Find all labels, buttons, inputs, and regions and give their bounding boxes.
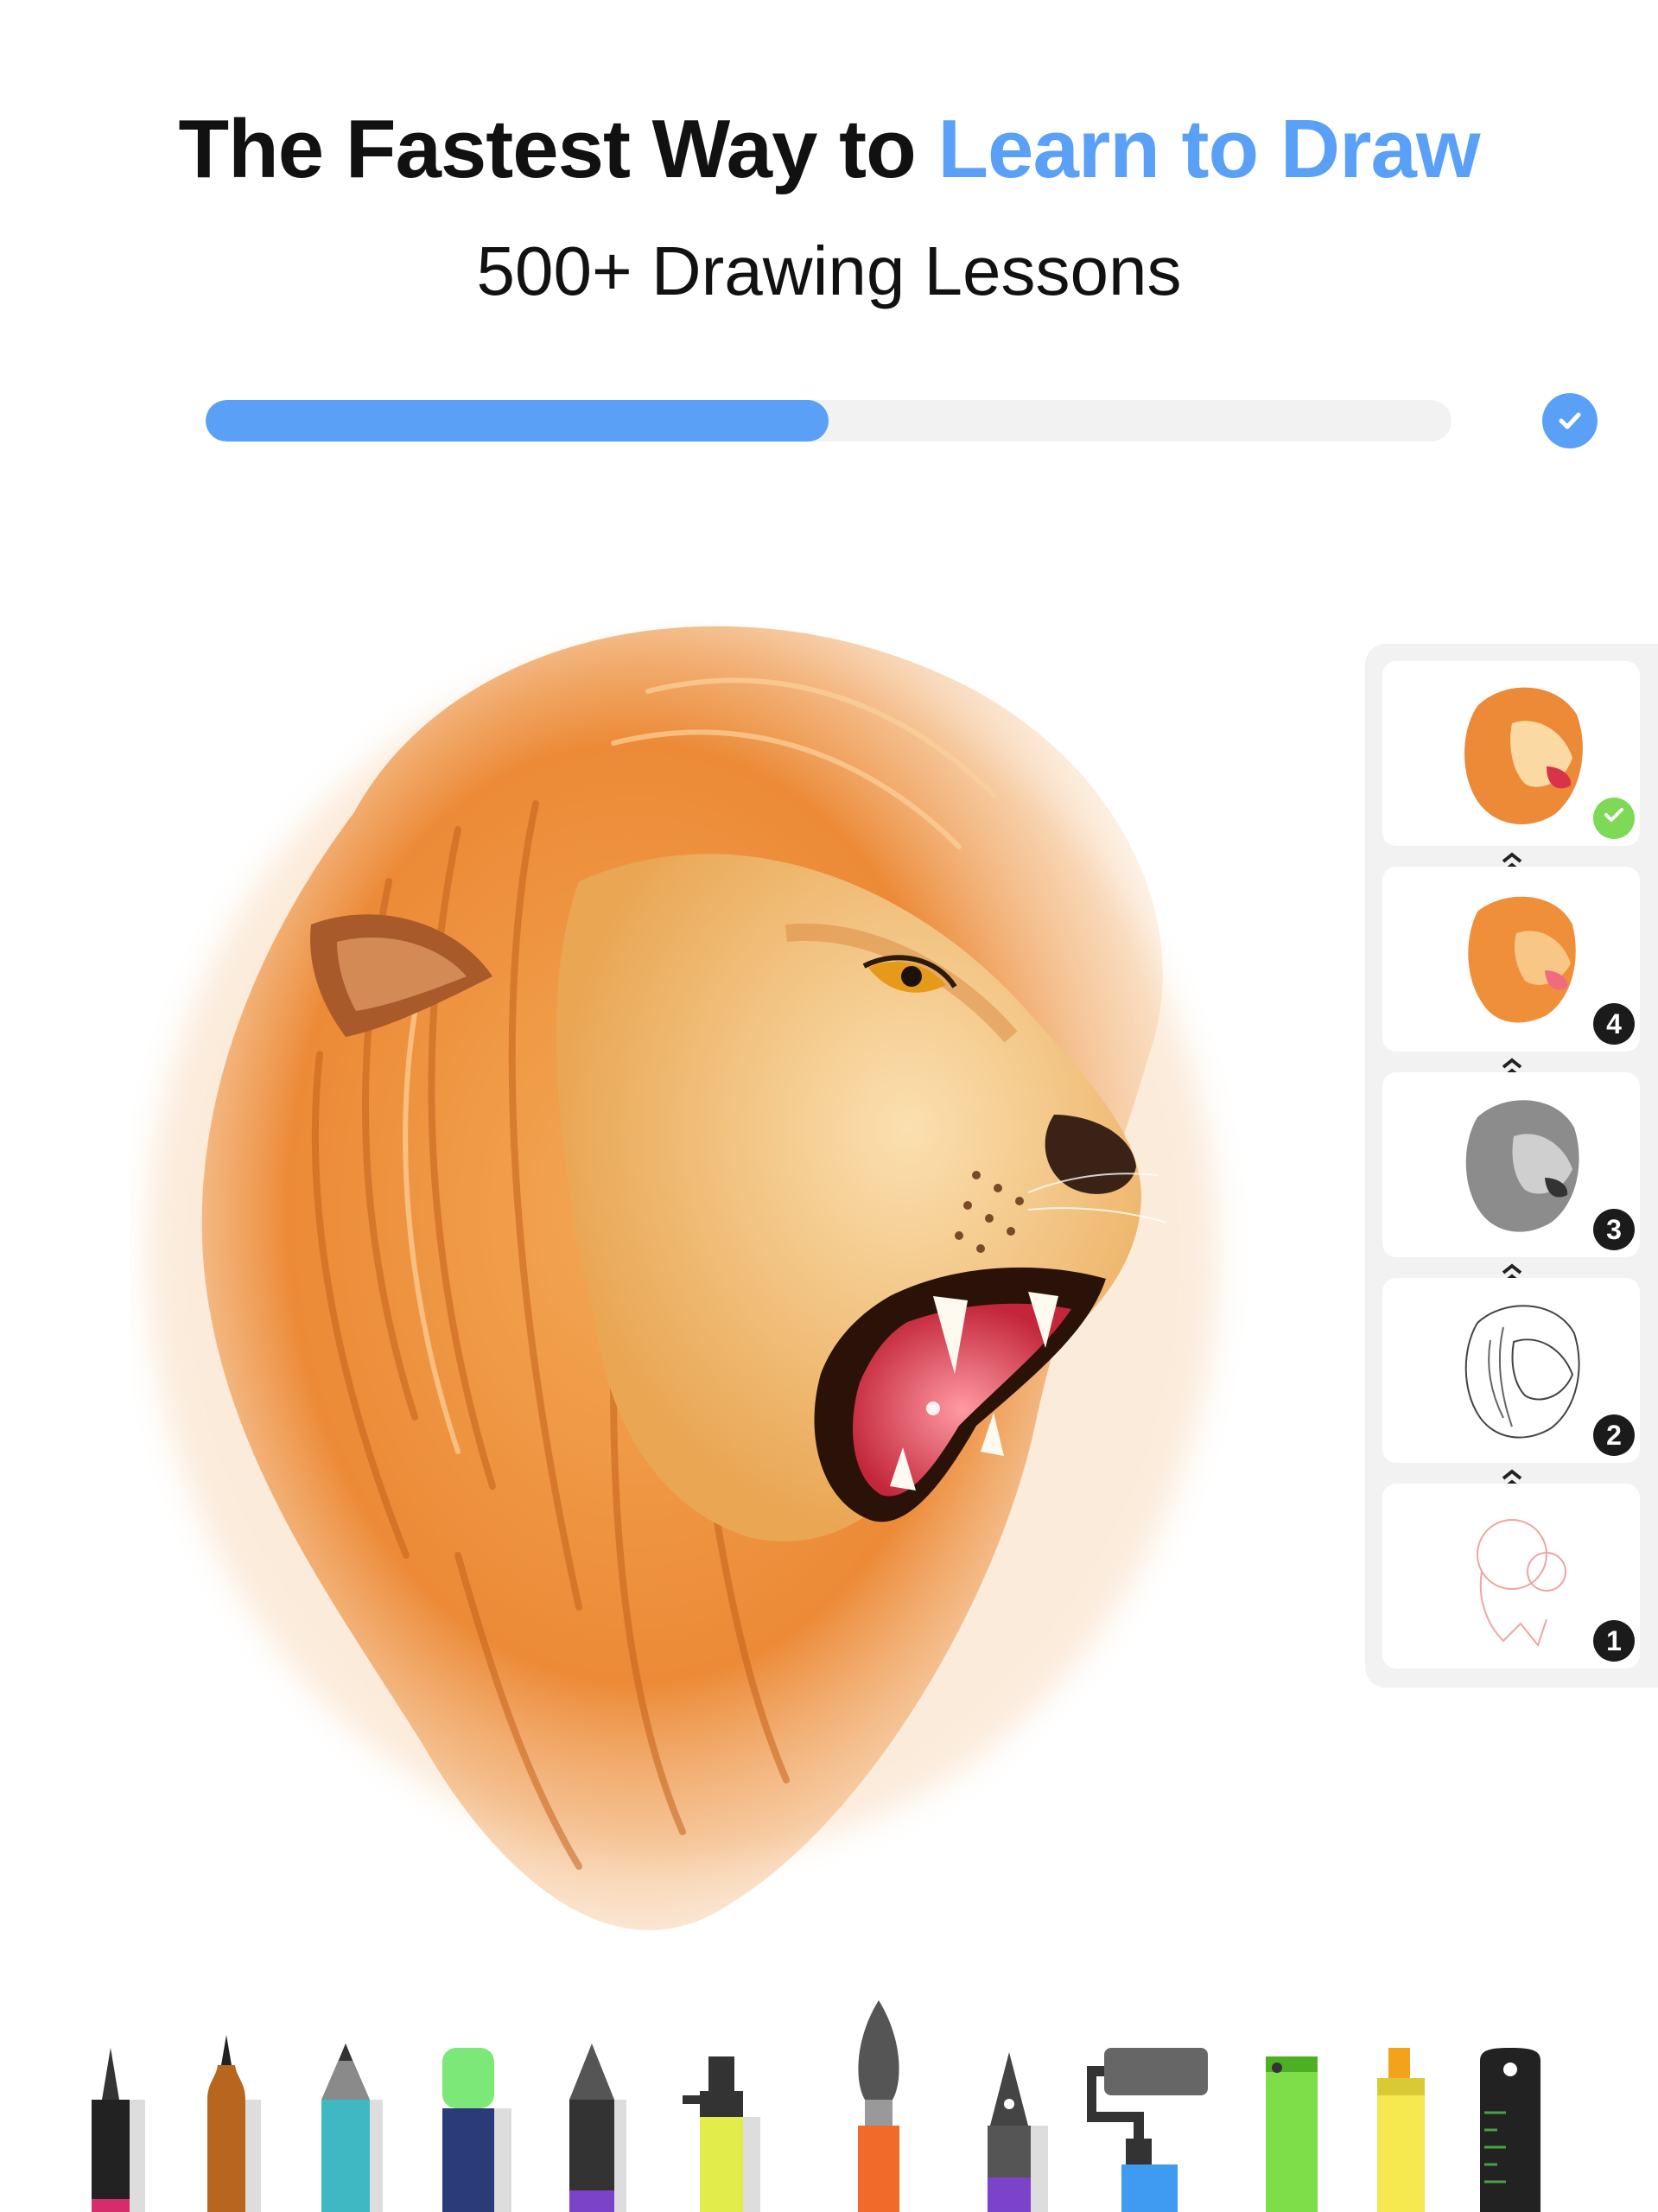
tool-shelf [0,1996,1658,2212]
step-card-3[interactable]: 3 [1382,1072,1640,1257]
step-badge: 4 [1593,1003,1635,1045]
step-card-final[interactable] [1382,661,1640,846]
lion-color-thumbnail [1464,687,1583,824]
progress-fill [206,400,829,442]
step-badge: 1 [1593,1620,1635,1662]
page-subtitle: 500+ Drawing Lessons [476,232,1182,309]
steps-panel: 4 3 2 1 [1365,644,1658,1688]
paint-brush-icon[interactable] [842,1996,916,2212]
highlighter-icon[interactable] [1367,2044,1436,2212]
step-complete-check-icon [1593,798,1635,839]
green-marker-icon[interactable] [1261,2052,1331,2212]
ink-brush-pen-icon[interactable] [192,2031,261,2212]
page-title: The Fastest Way to Learn to Draw [0,102,1658,197]
check-icon [1542,393,1598,448]
title-accent: Learn to Draw [937,103,1480,195]
lion-base-color-thumbnail [1468,896,1576,1023]
step-badge: 2 [1593,1414,1635,1456]
step-card-2[interactable]: 2 [1382,1278,1640,1463]
step-badge: 3 [1593,1209,1635,1250]
paint-roller-icon[interactable] [1087,2044,1225,2212]
colored-pencil-icon[interactable] [309,2039,383,2212]
lion-lineart-thumbnail [1464,1305,1580,1439]
airbrush-icon[interactable] [683,2048,769,2212]
title-part: The Fastest Way to [178,103,938,195]
step-card-4[interactable]: 4 [1382,867,1640,1052]
lion-sketch-thumbnail [1477,1519,1566,1648]
fountain-pen-icon[interactable] [975,2039,1052,2212]
lion-illustration [147,626,1218,1930]
graphite-pencil-icon[interactable] [557,2039,626,2212]
ruler-icon[interactable] [1476,2044,1553,2212]
drawing-canvas[interactable] [130,518,1356,2039]
lesson-progress-bar [206,400,1452,442]
lion-shading-thumbnail [1465,1100,1579,1232]
marker-icon[interactable] [434,2044,511,2212]
step-card-1[interactable]: 1 [1382,1484,1640,1669]
fineliner-icon[interactable] [76,2039,145,2212]
